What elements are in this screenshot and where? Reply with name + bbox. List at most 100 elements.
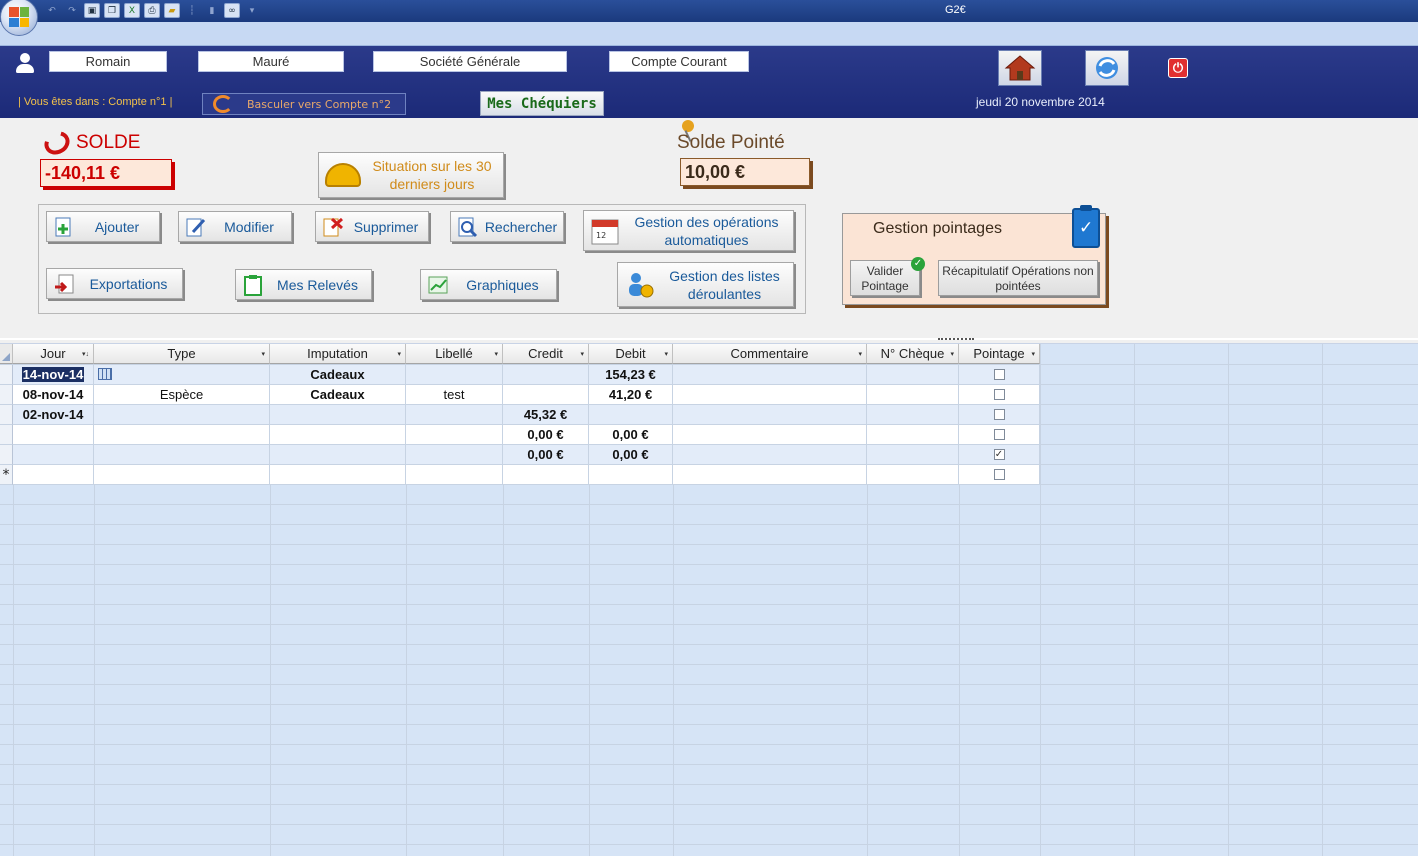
column-header-credit[interactable]: Credit ▾: [503, 344, 589, 364]
last-name-field[interactable]: Mauré: [198, 51, 344, 72]
cell-jour[interactable]: [13, 445, 94, 465]
cell-jour[interactable]: 02-nov-14: [13, 405, 94, 425]
first-name-field[interactable]: Romain: [49, 51, 167, 72]
search-button[interactable]: Rechercher: [450, 211, 564, 242]
cell-cheque[interactable]: [867, 405, 959, 425]
cell-type[interactable]: [94, 405, 270, 425]
copy-icon[interactable]: ❐: [104, 3, 120, 18]
cell-commentaire[interactable]: [673, 405, 867, 425]
select-all-corner[interactable]: [0, 344, 13, 364]
cell-pointage[interactable]: [959, 405, 1040, 425]
auto-operations-button[interactable]: 12 Gestion des opérations automatiques: [583, 210, 794, 251]
dropdown-arrow-icon[interactable]: ▾: [261, 350, 265, 358]
cell-pointage[interactable]: [959, 465, 1040, 485]
pointage-checkbox[interactable]: [993, 369, 1005, 380]
filter-icon[interactable]: ▮: [204, 3, 220, 18]
cell-debit[interactable]: [589, 405, 673, 425]
cell-jour[interactable]: 08-nov-14: [13, 385, 94, 405]
cell-credit[interactable]: 45,32 €: [503, 405, 589, 425]
column-header-type[interactable]: Type ▾: [94, 344, 270, 364]
delete-button[interactable]: Supprimer: [315, 211, 429, 242]
cell-commentaire[interactable]: [673, 425, 867, 445]
cell-credit[interactable]: 0,00 €: [503, 445, 589, 465]
cell-jour[interactable]: 14-nov-14: [13, 365, 94, 385]
pointage-checkbox[interactable]: [993, 469, 1005, 480]
pointage-checkbox[interactable]: [993, 409, 1005, 420]
row-selector[interactable]: [0, 385, 13, 405]
sort-descending-icon[interactable]: ▾↓: [82, 350, 89, 358]
column-header-cheque[interactable]: N° Chèque ▾: [867, 344, 959, 364]
dropdown-arrow-icon[interactable]: ▾: [950, 350, 954, 358]
dropdown-arrow-icon[interactable]: ▾: [858, 350, 862, 358]
pointage-checkbox[interactable]: [993, 389, 1005, 400]
column-header-pointage[interactable]: Pointage ▾: [959, 344, 1040, 364]
cell-debit[interactable]: 0,00 €: [589, 445, 673, 465]
cell-pointage[interactable]: [959, 385, 1040, 405]
cell-commentaire[interactable]: [673, 465, 867, 485]
cell-imputation[interactable]: Cadeaux: [270, 365, 406, 385]
save-icon[interactable]: ▣: [84, 3, 100, 18]
column-header-commentaire[interactable]: Commentaire ▾: [673, 344, 867, 364]
cell-credit[interactable]: [503, 365, 589, 385]
home-button[interactable]: [998, 50, 1042, 86]
cell-debit[interactable]: 0,00 €: [589, 425, 673, 445]
bank-field[interactable]: Société Générale: [373, 51, 567, 72]
cell-cheque[interactable]: [867, 365, 959, 385]
cell-type[interactable]: [94, 445, 270, 465]
export-button[interactable]: Exportations: [46, 268, 183, 299]
cell-libelle[interactable]: [406, 365, 503, 385]
charts-button[interactable]: Graphiques: [420, 269, 557, 300]
validate-pointage-button[interactable]: Valider Pointage ✓: [850, 257, 925, 296]
cell-cheque[interactable]: [867, 425, 959, 445]
cell-debit[interactable]: 41,20 €: [589, 385, 673, 405]
add-button[interactable]: Ajouter: [46, 211, 160, 242]
column-header-libelle[interactable]: Libellé ▾: [406, 344, 503, 364]
row-selector[interactable]: [0, 445, 13, 465]
row-selector[interactable]: *: [0, 465, 13, 485]
refresh-button[interactable]: [1085, 50, 1129, 86]
pointage-checkbox[interactable]: ✓: [993, 449, 1005, 460]
cell-pointage[interactable]: [959, 425, 1040, 445]
cell-type[interactable]: [94, 465, 270, 485]
dropdown-lists-button[interactable]: Gestion des listes déroulantes: [617, 262, 794, 307]
dropdown-arrow-icon[interactable]: ▾: [494, 350, 498, 358]
customize-icon[interactable]: ▾: [244, 3, 260, 18]
cell-type[interactable]: [94, 425, 270, 445]
redo-icon[interactable]: ↷: [64, 3, 80, 18]
cell-imputation[interactable]: [270, 425, 406, 445]
cell-type[interactable]: [94, 365, 270, 385]
row-selector[interactable]: [0, 425, 13, 445]
cell-libelle[interactable]: [406, 445, 503, 465]
dropdown-arrow-icon[interactable]: ▾: [580, 350, 584, 358]
cell-debit[interactable]: [589, 465, 673, 485]
modify-button[interactable]: Modifier: [178, 211, 292, 242]
cell-cheque[interactable]: [867, 445, 959, 465]
dropdown-arrow-icon[interactable]: ▾: [397, 350, 401, 358]
row-selector[interactable]: [0, 365, 13, 385]
cell-commentaire[interactable]: [673, 445, 867, 465]
cell-jour[interactable]: [13, 425, 94, 445]
cell-libelle[interactable]: test: [406, 385, 503, 405]
cell-debit[interactable]: 154,23 €: [589, 365, 673, 385]
row-selector[interactable]: [0, 405, 13, 425]
statements-button[interactable]: Mes Relevés: [235, 269, 372, 300]
folder-icon[interactable]: ▰: [164, 3, 180, 18]
column-header-debit[interactable]: Debit ▾: [589, 344, 673, 364]
cell-cheque[interactable]: [867, 465, 959, 485]
cell-commentaire[interactable]: [673, 365, 867, 385]
cell-credit[interactable]: 0,00 €: [503, 425, 589, 445]
cell-credit[interactable]: [503, 465, 589, 485]
cell-libelle[interactable]: [406, 405, 503, 425]
splitter-grip-icon[interactable]: [938, 338, 974, 341]
switch-account-button[interactable]: Basculer vers Compte n°2: [202, 93, 406, 115]
cell-imputation[interactable]: Cadeaux: [270, 385, 406, 405]
cell-imputation[interactable]: [270, 405, 406, 425]
cell-cheque[interactable]: [867, 385, 959, 405]
situation-30-days-button[interactable]: Situation sur les 30 derniers jours: [318, 152, 504, 198]
cell-credit[interactable]: [503, 385, 589, 405]
cell-libelle[interactable]: [406, 465, 503, 485]
column-header-imputation[interactable]: Imputation ▾: [270, 344, 406, 364]
account-field[interactable]: Compte Courant: [609, 51, 749, 72]
cell-pointage[interactable]: [959, 365, 1040, 385]
recap-unpointed-button[interactable]: Récapitulatif Opérations non pointées: [938, 260, 1098, 296]
